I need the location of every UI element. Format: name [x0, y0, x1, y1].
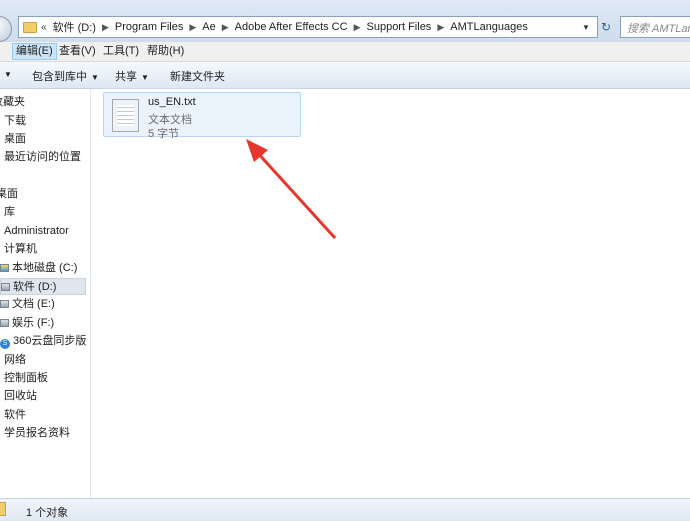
folder-icon: [0, 502, 6, 516]
drive-icon: [0, 300, 9, 308]
nav-computer[interactable]: 计算机: [4, 241, 37, 258]
chevron-right-icon[interactable]: ▶: [102, 22, 109, 33]
breadcrumb-drive-d[interactable]: 软件 (D:): [53, 19, 96, 35]
navigation-pane: 收藏夹 下载 桌面 最近访问的位置 桌面 库 Administrator 计算机…: [0, 89, 91, 498]
include-in-library-button[interactable]: 包含到库中 ▼: [32, 68, 99, 84]
chevron-right-icon[interactable]: ▶: [189, 22, 196, 33]
chevron-right-icon[interactable]: ▶: [354, 22, 361, 33]
nav-administrator[interactable]: Administrator: [4, 223, 69, 240]
menu-view[interactable]: 查看(V): [56, 44, 99, 59]
nav-drive-c[interactable]: 本地磁盘 (C:): [0, 260, 77, 277]
nav-control-panel[interactable]: 控制面板: [4, 370, 48, 387]
nav-recycle-bin[interactable]: 回收站: [4, 388, 37, 405]
breadcrumb-program-files[interactable]: Program Files: [115, 21, 183, 33]
file-item[interactable]: us_EN.txt 文本文档 5 字节: [103, 92, 301, 140]
address-bar-area: « 软件 (D:) ▶ Program Files ▶ Ae ▶ Adobe A…: [0, 0, 690, 42]
drive-icon: [1, 283, 10, 291]
chevron-right-icon[interactable]: ▶: [222, 22, 229, 33]
chevron-right-icon[interactable]: ▶: [437, 22, 444, 33]
nav-network[interactable]: 网络: [4, 352, 26, 369]
status-bar: 1 个对象: [0, 498, 690, 521]
chevron-down-icon: ▼: [91, 73, 99, 82]
organize-dropdown-icon[interactable]: ▼: [0, 68, 12, 80]
nav-student-files[interactable]: 学员报名资料: [4, 425, 70, 442]
file-name: us_EN.txt: [148, 96, 196, 108]
nav-recent-places[interactable]: 最近访问的位置: [4, 149, 81, 166]
include-in-library-label: 包含到库中: [32, 71, 87, 83]
nav-software[interactable]: 软件: [4, 407, 26, 424]
nav-360-cloud[interactable]: S 360云盘同步版: [0, 333, 86, 350]
menu-edit[interactable]: 编辑(E): [12, 43, 57, 60]
nav-drive-f-label: 娱乐 (F:): [12, 317, 55, 329]
new-folder-button[interactable]: 新建文件夹: [170, 68, 225, 84]
windows-drive-icon: [0, 264, 9, 272]
command-toolbar: ▼ 包含到库中 ▼ 共享 ▼ 新建文件夹: [0, 62, 690, 89]
drive-icon: [0, 319, 9, 327]
breadcrumb-amtlanguages[interactable]: AMTLanguages: [450, 21, 528, 33]
nav-drive-d-label: 软件 (D:): [13, 281, 57, 293]
nav-desktop[interactable]: 桌面: [0, 186, 18, 203]
nav-drive-d[interactable]: 软件 (D:): [0, 278, 86, 295]
search-input[interactable]: 搜索 AMTLanguages: [620, 16, 690, 38]
text-file-icon: [112, 99, 139, 132]
nav-drive-f[interactable]: 娱乐 (F:): [0, 315, 54, 332]
folder-icon: [23, 21, 37, 33]
address-dropdown-icon[interactable]: ▼: [576, 16, 596, 38]
breadcrumb-ae[interactable]: Ae: [202, 21, 215, 33]
breadcrumb-overflow[interactable]: «: [41, 22, 47, 33]
nav-drive-e-label: 文档 (E:): [12, 298, 55, 310]
breadcrumb-after-effects[interactable]: Adobe After Effects CC: [235, 21, 348, 33]
menu-tools[interactable]: 工具(T): [100, 44, 142, 59]
nav-desktop-favorite[interactable]: 桌面: [4, 131, 26, 148]
nav-drive-e[interactable]: 文档 (E:): [0, 296, 55, 313]
nav-libraries[interactable]: 库: [4, 204, 15, 221]
file-list-pane: us_EN.txt 文本文档 5 字节: [91, 89, 690, 498]
status-item-count: 1 个对象: [26, 507, 69, 519]
chevron-down-icon: ▼: [141, 73, 149, 82]
nav-favorites[interactable]: 收藏夹: [0, 94, 25, 111]
nav-360-cloud-label: 360云盘同步版: [13, 335, 87, 347]
refresh-icon[interactable]: ↻: [597, 16, 615, 38]
address-bar[interactable]: « 软件 (D:) ▶ Program Files ▶ Ae ▶ Adobe A…: [18, 16, 598, 38]
back-button[interactable]: [0, 16, 12, 42]
menu-help[interactable]: 帮助(H): [144, 44, 187, 59]
share-label: 共享: [115, 71, 137, 83]
file-size: 5 字节: [148, 128, 180, 140]
nav-downloads[interactable]: 下载: [4, 113, 26, 130]
cloud-sync-icon: S: [0, 339, 10, 349]
nav-drive-c-label: 本地磁盘 (C:): [12, 262, 78, 274]
menu-bar: 编辑(E) 查看(V) 工具(T) 帮助(H): [0, 42, 690, 62]
share-button[interactable]: 共享 ▼: [115, 68, 149, 84]
breadcrumb-support-files[interactable]: Support Files: [367, 21, 432, 33]
